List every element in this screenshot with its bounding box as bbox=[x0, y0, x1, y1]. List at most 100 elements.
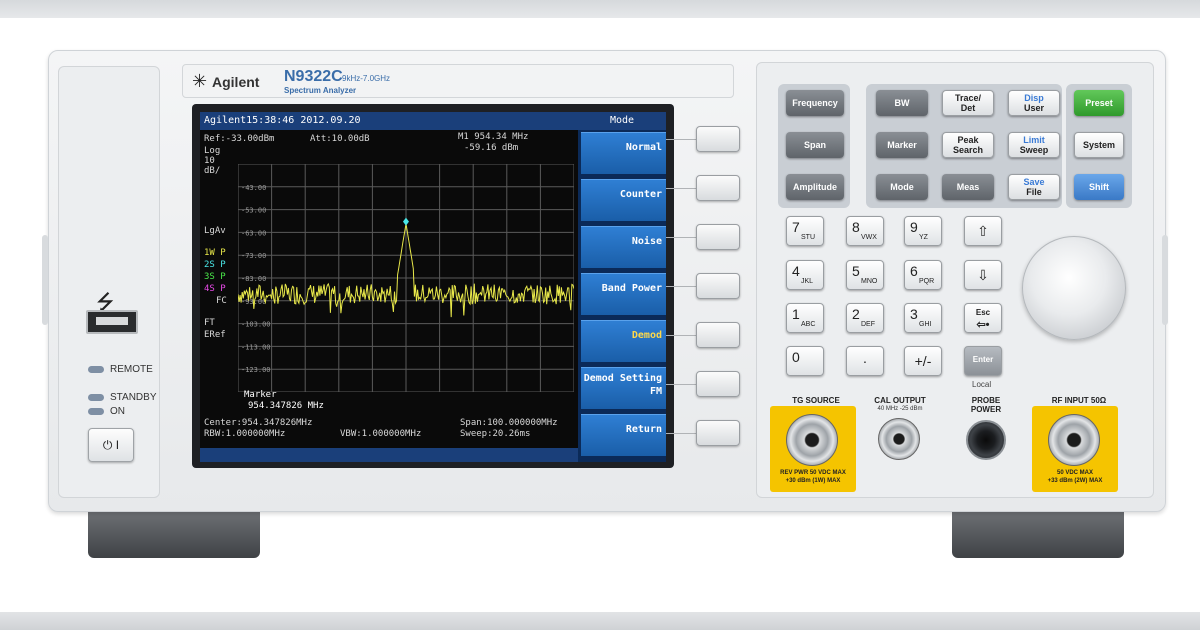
tg-source-label: TG SOURCE bbox=[792, 396, 840, 405]
softkey-button-4[interactable] bbox=[696, 273, 740, 299]
key-digit: 8 bbox=[852, 219, 860, 235]
key-digit: 3 bbox=[910, 306, 918, 322]
softkey-connector bbox=[666, 335, 696, 336]
screen-bottom-bar bbox=[200, 448, 578, 462]
shift-key[interactable]: Shift bbox=[1074, 174, 1124, 200]
save-file-key[interactable]: Save File bbox=[1008, 174, 1060, 200]
peak-search-key[interactable]: Peak Search bbox=[942, 132, 994, 158]
key-0[interactable]: 0 bbox=[786, 346, 824, 376]
key-plus-minus[interactable]: +/- bbox=[904, 346, 942, 376]
power-button[interactable]: ⏻ I bbox=[88, 428, 134, 462]
usb-port[interactable] bbox=[86, 310, 138, 334]
key-label: Enter bbox=[972, 355, 994, 364]
key-label: Trace/ bbox=[954, 93, 982, 103]
trace-3-label: 3S P bbox=[204, 272, 226, 282]
softkey-label: Demod Setting bbox=[583, 373, 662, 384]
standby-led bbox=[88, 394, 104, 401]
softkey-demod[interactable]: Demod bbox=[581, 320, 666, 362]
rf-input-connector[interactable] bbox=[1048, 414, 1100, 466]
on-label: ON bbox=[110, 406, 125, 417]
softkey-noise[interactable]: Noise bbox=[581, 226, 666, 268]
key-9[interactable]: 9 YZ bbox=[904, 216, 942, 246]
frequency-key[interactable]: Frequency bbox=[786, 90, 844, 116]
marker-amplitude: -59.16 dBm bbox=[464, 143, 519, 153]
disp-user-key[interactable]: Disp User bbox=[1008, 90, 1060, 116]
system-key[interactable]: System bbox=[1074, 132, 1124, 158]
softkey-button-7[interactable] bbox=[696, 420, 740, 446]
key-8[interactable]: 8 VWX bbox=[846, 216, 884, 246]
enter-key[interactable]: Enter bbox=[964, 346, 1002, 376]
softkey-connector bbox=[666, 188, 696, 189]
key-letters: GHI bbox=[919, 321, 932, 328]
softkey-label: Normal bbox=[625, 142, 662, 153]
span-key[interactable]: Span bbox=[786, 132, 844, 158]
esc-key[interactable]: Esc ⇦• bbox=[964, 303, 1002, 333]
trace-1-label: 1W P bbox=[204, 248, 226, 258]
up-arrow-key[interactable]: ⇧ bbox=[964, 216, 1002, 246]
probe-power-label-1: PROBE bbox=[971, 396, 1001, 405]
softkey-connector bbox=[666, 433, 696, 434]
trace-det-key[interactable]: Trace/Det bbox=[942, 90, 994, 116]
softkey-band-power[interactable]: Band Power bbox=[581, 273, 666, 315]
cal-output-label: CAL OUTPUT bbox=[874, 396, 926, 405]
lgav-label: LgAv bbox=[204, 226, 226, 236]
key-7[interactable]: 7 STU bbox=[786, 216, 824, 246]
key-digit: 5 bbox=[852, 263, 860, 279]
rotary-knob[interactable] bbox=[1022, 236, 1126, 340]
top-background-band bbox=[0, 0, 1200, 18]
softkey-connector bbox=[666, 384, 696, 385]
probe-power-connector[interactable] bbox=[966, 420, 1006, 460]
key-3[interactable]: 3 GHI bbox=[904, 303, 942, 333]
amplitude-key[interactable]: Amplitude bbox=[786, 174, 844, 200]
sweep-time: Sweep:20.26ms bbox=[460, 429, 531, 439]
softkey-label: Noise bbox=[631, 236, 662, 247]
right-side-handle bbox=[1162, 235, 1168, 325]
softkey-demod-setting[interactable]: Demod Setting FM bbox=[581, 367, 666, 409]
meas-key[interactable]: Meas bbox=[942, 174, 994, 200]
marker-point bbox=[402, 217, 409, 226]
softkey-button-3[interactable] bbox=[696, 224, 740, 250]
key-label: Mode bbox=[890, 182, 914, 192]
softkey-label: Band Power bbox=[601, 283, 662, 294]
y-tick-label: -53.00 bbox=[241, 207, 266, 215]
softkey-button-5[interactable] bbox=[696, 322, 740, 348]
key-label: User bbox=[1023, 103, 1044, 113]
marker-key[interactable]: Marker bbox=[876, 132, 928, 158]
preset-key[interactable]: Preset bbox=[1074, 90, 1124, 116]
on-led bbox=[88, 408, 104, 415]
softkey-button-6[interactable] bbox=[696, 371, 740, 397]
key-digit: 1 bbox=[792, 306, 800, 322]
key-digit: 2 bbox=[852, 306, 860, 322]
status-bar: Agilent15:38:46 2012.09.20 bbox=[200, 112, 578, 130]
key-2[interactable]: 2 DEF bbox=[846, 303, 884, 333]
y-tick-label: -103.00 bbox=[241, 321, 271, 329]
limit-sweep-key[interactable]: Limit Sweep bbox=[1008, 132, 1060, 158]
key-5[interactable]: 5 MNO bbox=[846, 260, 884, 290]
key-letters: PQR bbox=[919, 278, 935, 285]
softkey-counter[interactable]: Counter bbox=[581, 179, 666, 221]
mode-key[interactable]: Mode bbox=[876, 174, 928, 200]
cal-output-connector[interactable] bbox=[878, 418, 920, 460]
key-digit: · bbox=[862, 353, 868, 369]
local-label: Local bbox=[972, 380, 992, 389]
key-6[interactable]: 6 PQR bbox=[904, 260, 942, 290]
eref-label: ERef bbox=[204, 330, 226, 340]
bw-key[interactable]: BW bbox=[876, 90, 928, 116]
tg-source-connector[interactable] bbox=[786, 414, 838, 466]
key-4[interactable]: 4 JKL bbox=[786, 260, 824, 290]
key-digit: 9 bbox=[910, 219, 918, 235]
brand-name: Agilent bbox=[212, 74, 260, 90]
softkey-normal[interactable]: Normal bbox=[581, 132, 666, 174]
key-decimal[interactable]: · bbox=[846, 346, 884, 376]
down-arrow-key[interactable]: ⇩ bbox=[964, 260, 1002, 290]
key-letters: MNO bbox=[861, 278, 878, 285]
softkey-label: Counter bbox=[619, 189, 662, 200]
key-letters: DEF bbox=[861, 321, 875, 328]
key-1[interactable]: 1 ABC bbox=[786, 303, 824, 333]
softkey-button-2[interactable] bbox=[696, 175, 740, 201]
left-side-handle bbox=[42, 235, 48, 325]
y-tick-label: -113.00 bbox=[241, 343, 271, 351]
key-label-2: Search bbox=[952, 145, 984, 155]
softkey-return[interactable]: Return bbox=[581, 414, 666, 456]
softkey-button-1[interactable] bbox=[696, 126, 740, 152]
